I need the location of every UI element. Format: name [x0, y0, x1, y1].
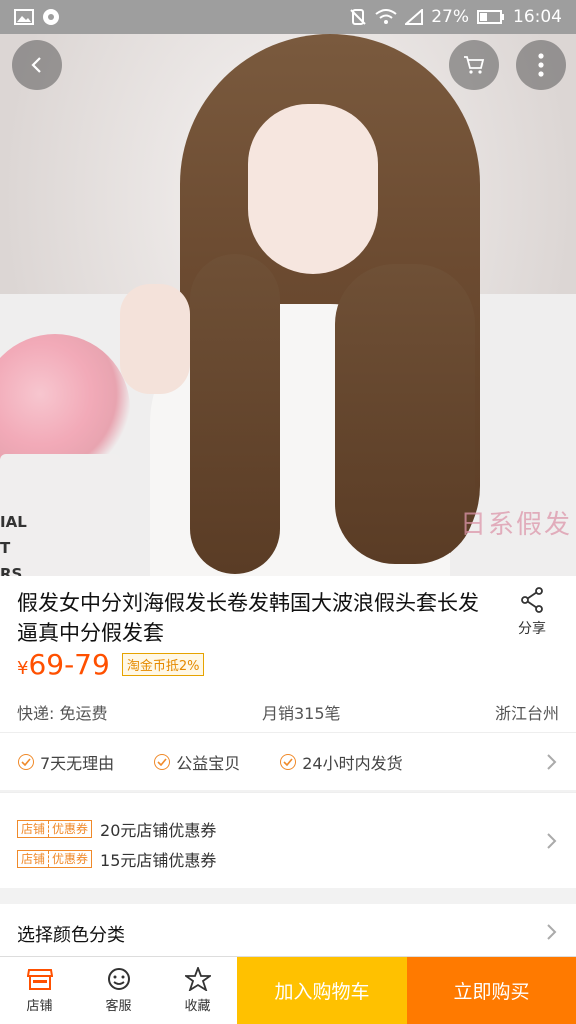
- more-options-button[interactable]: [516, 40, 566, 90]
- service-label: 客服: [105, 999, 132, 1014]
- service-tab[interactable]: 客服: [79, 957, 158, 1024]
- guarantee-item: 7天无理由: [18, 750, 114, 774]
- back-button[interactable]: [12, 40, 62, 90]
- favorite-label: 收藏: [184, 999, 211, 1014]
- background-sign: IAL T RS: [0, 513, 27, 576]
- status-bar: 27% 16:04: [0, 0, 576, 34]
- add-to-cart-button[interactable]: 加入购物车: [237, 957, 407, 1024]
- coupon-item: 店铺 优惠券 20元店铺优惠券: [17, 817, 216, 841]
- model-face: [248, 104, 378, 274]
- image-icon: [14, 9, 34, 25]
- favorite-tab[interactable]: 收藏: [158, 957, 237, 1024]
- share-icon: [521, 587, 543, 613]
- coupon-tag: 店铺 优惠券: [17, 850, 93, 868]
- guarantee-item: 公益宝贝: [154, 750, 240, 774]
- product-title: 假发女中分刘海假发长卷发韩国大波浪假头套长发逼真中分假发套: [17, 591, 479, 645]
- star-icon: [184, 967, 211, 991]
- cart-button[interactable]: [449, 40, 499, 90]
- share-button[interactable]: 分享: [506, 586, 558, 638]
- signal-off-icon: [405, 9, 424, 25]
- coupon-item: 店铺 优惠券 15元店铺优惠券: [17, 847, 216, 871]
- check-icon: [280, 753, 297, 770]
- product-detail-screen: 27% 16:04 IAL T RS 日系假发 假发女中分刘海假发长卷发韩国大波…: [0, 0, 576, 1024]
- ship-location: 浙江台州: [494, 704, 559, 723]
- model-hand: [120, 284, 190, 394]
- shipping-fee: 快递: 免运费: [17, 704, 108, 723]
- bottom-action-bar: 店铺 客服 收藏 加入购物车 立即购买: [0, 956, 576, 1024]
- select-color-label: 选择颜色分类: [17, 925, 125, 946]
- gold-coin-badge: 淘金币抵2%: [121, 653, 205, 676]
- chevron-right-icon: [547, 833, 557, 849]
- coupon-tag: 店铺 优惠券: [17, 820, 93, 838]
- price-row: ¥69-79 淘金币抵2%: [17, 648, 205, 681]
- customer-service-icon: [107, 968, 130, 990]
- buy-now-button[interactable]: 立即购买: [407, 957, 576, 1024]
- shop-tab[interactable]: 店铺: [0, 957, 79, 1024]
- shipping-row: 快递: 免运费 月销315笔 浙江台州: [17, 700, 559, 724]
- back-arrow-icon: [31, 57, 41, 73]
- select-color-row[interactable]: 选择颜色分类: [0, 904, 576, 960]
- chevron-right-icon: [547, 924, 557, 940]
- product-image-carousel[interactable]: IAL T RS 日系假发: [0, 34, 576, 576]
- product-info: 假发女中分刘海假发长卷发韩国大波浪假头套长发逼真中分假发套 分享 ¥69-79 …: [0, 576, 576, 732]
- shop-icon: [26, 969, 53, 990]
- media-icon: [43, 9, 59, 25]
- check-icon: [154, 753, 171, 770]
- wifi-icon: [375, 9, 397, 24]
- shop-label: 店铺: [26, 999, 53, 1014]
- chevron-right-icon: [547, 753, 557, 770]
- check-icon: [18, 753, 34, 770]
- service-guarantees[interactable]: 7天无理由 公益宝贝 24小时内发货: [0, 732, 576, 790]
- monthly-sales: 月销315笔: [261, 704, 341, 723]
- watermark: 日系假发: [459, 510, 572, 540]
- battery-percent: 27%: [431, 7, 469, 27]
- shop-coupons[interactable]: 店铺 优惠券 20元店铺优惠券 店铺 优惠券 15元店铺优惠券: [0, 792, 576, 888]
- cart-icon: [464, 56, 485, 74]
- guarantee-item: 24小时内发货: [280, 750, 403, 774]
- clock: 16:04: [513, 7, 562, 27]
- share-label: 分享: [518, 621, 546, 637]
- mute-icon: [350, 9, 366, 25]
- battery-icon: [477, 10, 504, 24]
- price: ¥69-79: [17, 648, 110, 681]
- more-vertical-icon: [538, 53, 544, 77]
